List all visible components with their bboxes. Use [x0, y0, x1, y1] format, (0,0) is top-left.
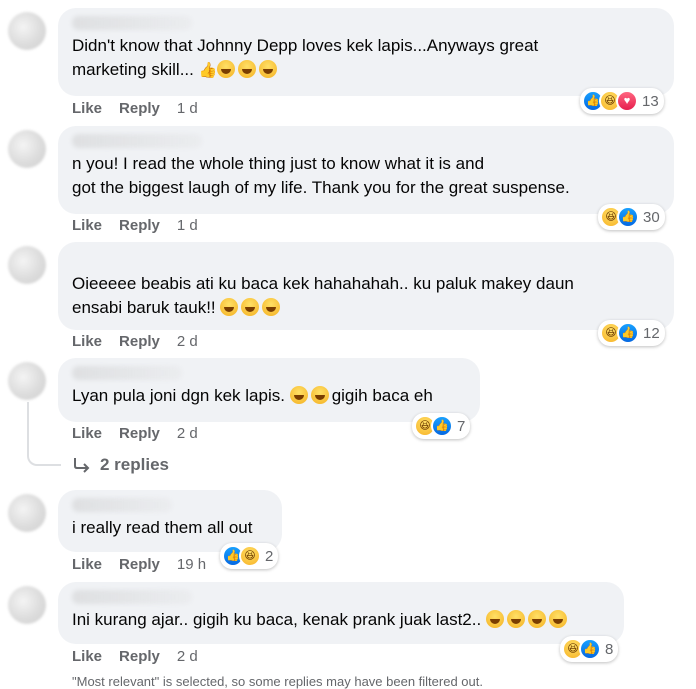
timestamp[interactable]: 2 d [177, 425, 198, 442]
avatar[interactable] [8, 362, 46, 400]
like-button[interactable]: Like [72, 425, 102, 442]
timestamp[interactable]: 2 d [177, 648, 198, 665]
like-button[interactable]: Like [72, 100, 102, 117]
comment-text: Ini kurang ajar.. gigih ku baca, kenak p… [72, 608, 612, 632]
avatar[interactable] [8, 12, 46, 50]
reply-button[interactable]: Reply [119, 556, 160, 573]
laugh-emoji-icon [310, 386, 329, 404]
like-button[interactable]: Like [72, 556, 102, 573]
rofl-emoji-icon [506, 610, 525, 628]
comment-actions: Like Reply 2 d [72, 648, 198, 665]
like-reaction-icon: 👍 [617, 322, 639, 344]
reaction-count: 30 [643, 208, 660, 226]
like-button[interactable]: Like [72, 217, 102, 234]
timestamp[interactable]: 1 d [177, 100, 198, 117]
laugh-emoji-icon [289, 386, 308, 404]
like-reaction-icon: 👍 [431, 415, 453, 437]
comment-bubble: n you! I read the whole thing just to kn… [58, 126, 674, 214]
avatar[interactable] [8, 246, 46, 284]
author-name-blurred[interactable] [72, 134, 202, 148]
reaction-count: 7 [457, 417, 466, 435]
thread-elbow [27, 444, 61, 466]
comment-text: i really read them all out [72, 518, 253, 537]
comment-actions: Like Reply 2 d [72, 333, 198, 350]
author-name-blurred[interactable] [72, 16, 192, 30]
reaction-count: 13 [642, 92, 659, 110]
reply-button[interactable]: Reply [119, 100, 160, 117]
reply-button[interactable]: Reply [119, 333, 160, 350]
timestamp[interactable]: 19 h [177, 556, 206, 573]
comment-bubble: Ini kurang ajar.. gigih ku baca, kenak p… [58, 582, 624, 644]
rofl-emoji-icon [220, 298, 239, 316]
rofl-emoji-icon [485, 610, 504, 628]
comment-bubble: Didn't know that Johnny Depp loves kek l… [58, 8, 674, 96]
haha-reaction-icon: 😆 [239, 545, 261, 567]
avatar[interactable] [8, 130, 46, 168]
author-name-blurred[interactable] [72, 590, 192, 604]
thumbs-up-emoji-icon: 👍 [198, 62, 218, 79]
author-name-blurred[interactable] [72, 498, 172, 512]
like-reaction-icon: 👍 [617, 206, 639, 228]
reaction-count: 8 [605, 640, 614, 658]
timestamp[interactable]: 1 d [177, 217, 198, 234]
reaction-count: 12 [643, 324, 660, 342]
love-reaction-icon: ♥ [616, 90, 638, 112]
comment-actions: Like Reply 19 h [72, 556, 206, 573]
rofl-emoji-icon [262, 298, 281, 316]
reaction-summary[interactable]: 👍 😆 2 [220, 543, 279, 569]
reaction-summary[interactable]: 😆 👍 12 [598, 320, 665, 346]
rofl-emoji-icon [527, 610, 546, 628]
view-replies-link[interactable]: 2 replies [72, 455, 169, 475]
reply-button[interactable]: Reply [119, 648, 160, 665]
comment-actions: Like Reply 1 d [72, 100, 198, 117]
author-name-blurred[interactable] [72, 366, 182, 380]
reaction-summary[interactable]: 😆 👍 30 [598, 204, 665, 230]
comment-actions: Like Reply 1 d [72, 217, 198, 234]
rofl-emoji-icon [217, 60, 236, 78]
comment-text: Oieeeee beabis ati ku baca kek hahahahah… [72, 274, 574, 317]
comment-text: Lyan pula joni dgn kek lapis. gigih baca… [72, 386, 433, 405]
comment-actions: Like Reply 2 d [72, 425, 198, 442]
comment-bubble: Oieeeee beabis ati ku baca kek hahahahah… [58, 242, 674, 330]
reaction-count: 2 [265, 547, 274, 565]
rofl-emoji-icon [259, 60, 278, 78]
timestamp[interactable]: 2 d [177, 333, 198, 350]
like-reaction-icon: 👍 [579, 638, 601, 660]
reaction-summary[interactable]: 👍 😆 ♥ 13 [580, 88, 664, 114]
avatar[interactable] [8, 586, 46, 624]
comment-text: Didn't know that Johnny Depp loves kek l… [72, 34, 662, 83]
thread-line [27, 402, 29, 444]
like-button[interactable]: Like [72, 648, 102, 665]
reply-arrow-icon [74, 458, 90, 473]
reply-button[interactable]: Reply [119, 425, 160, 442]
rofl-emoji-icon [238, 60, 257, 78]
reply-button[interactable]: Reply [119, 217, 160, 234]
comment-text: n you! I read the whole thing just to kn… [72, 154, 570, 197]
reaction-summary[interactable]: 😆 👍 8 [560, 636, 619, 662]
rofl-emoji-icon [241, 298, 260, 316]
rofl-emoji-icon [548, 610, 567, 628]
replies-count-label: 2 replies [100, 455, 169, 474]
reaction-summary[interactable]: 😆 👍 7 [412, 413, 471, 439]
avatar[interactable] [8, 494, 46, 532]
like-button[interactable]: Like [72, 333, 102, 350]
comment-bubble: Lyan pula joni dgn kek lapis. gigih baca… [58, 358, 480, 422]
